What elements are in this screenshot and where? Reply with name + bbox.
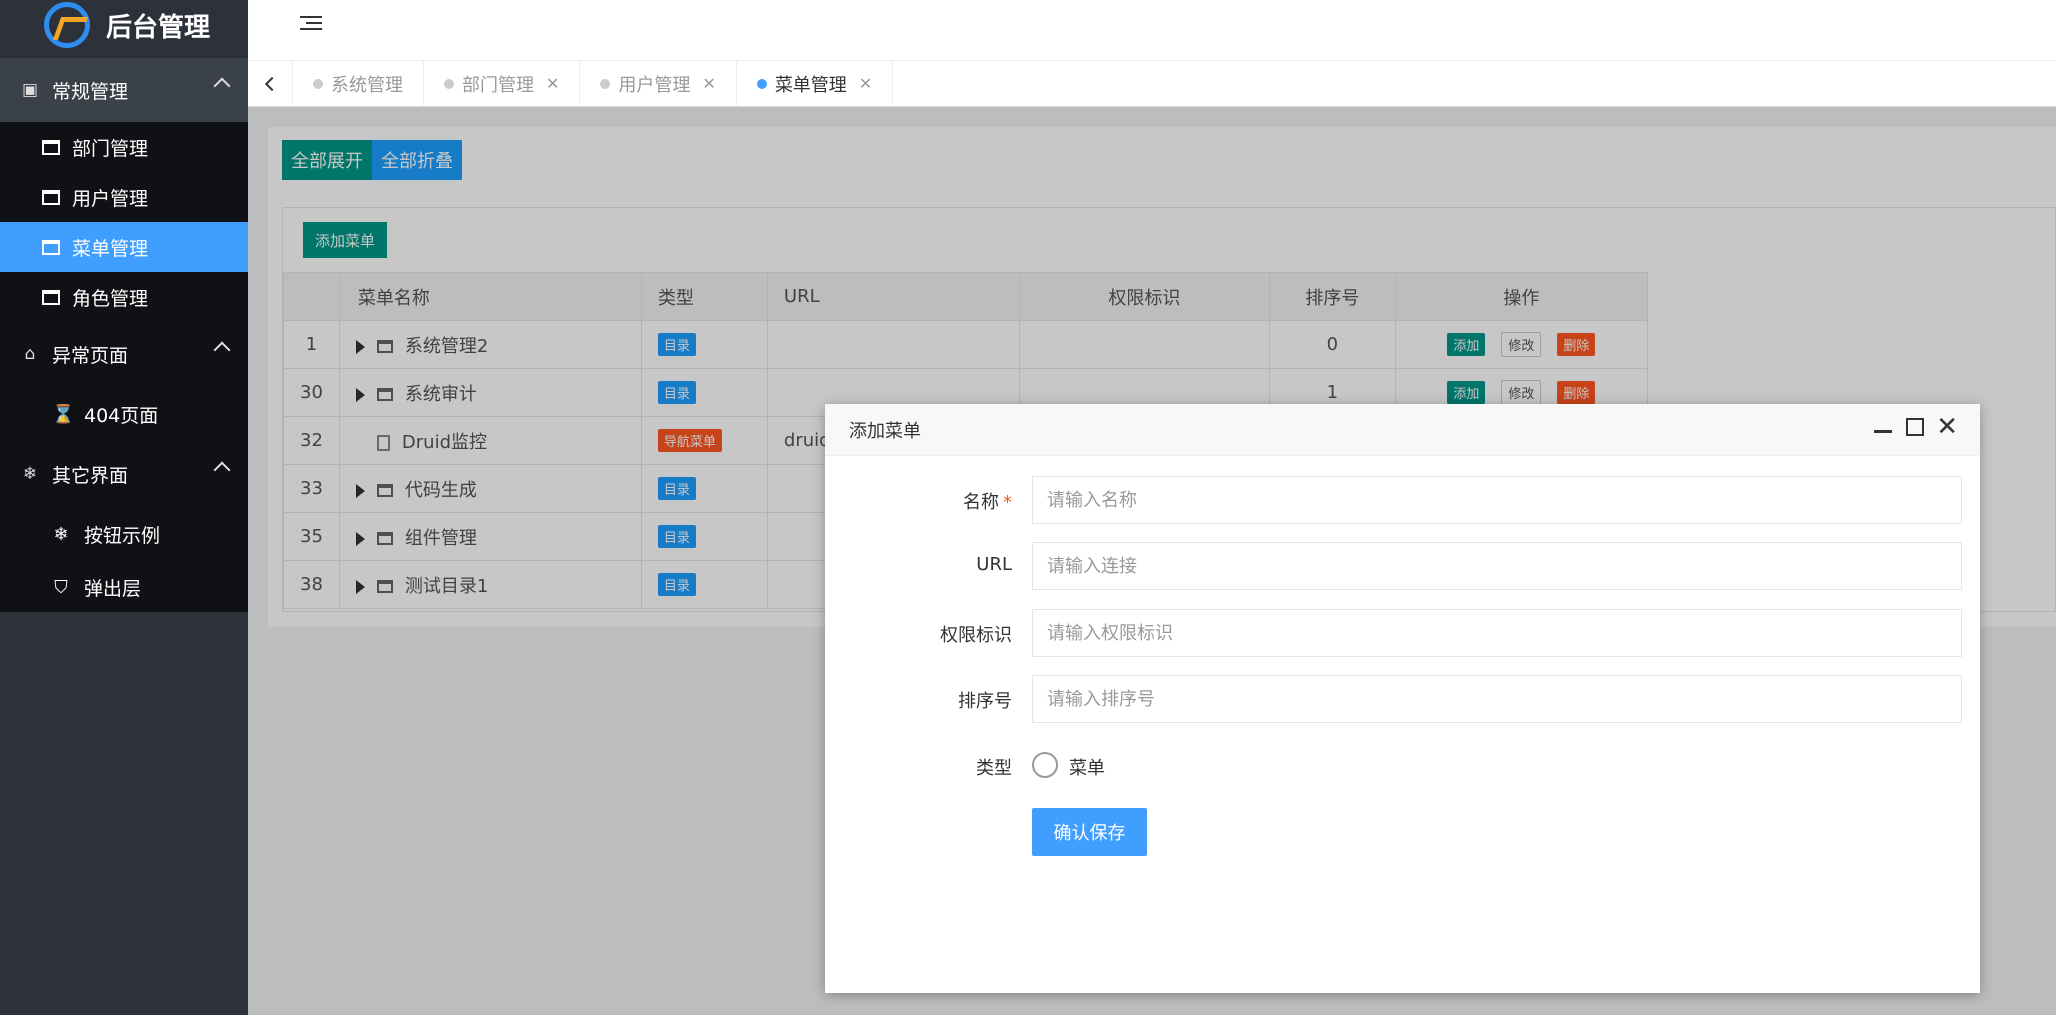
window-icon [42,139,60,155]
form-row-sort: 排序号 [825,675,1980,723]
chevron-up-icon [213,77,231,95]
chevron-left-icon [264,76,280,91]
sidebar-item-user[interactable]: 用户管理 [0,172,248,222]
sidebar-item-label: 角色管理 [72,287,149,310]
sidebar-item-label: 弹出层 [84,577,142,600]
url-label: URL [976,554,1012,575]
tab-scroll-left-button[interactable] [248,61,293,106]
name-input[interactable] [1032,476,1962,524]
tab-label: 用户管理 [618,74,691,96]
sidebar-item-404[interactable]: ⌛ 404页面 [0,386,248,442]
type-label: 类型 [976,758,1012,779]
minimize-icon[interactable] [1874,430,1892,433]
required-mark: * [1003,492,1012,513]
logo-title: 后台管理 [106,12,211,43]
sidebar-submenu-general: 部门管理 用户管理 菜单管理 角色管理 ⌂ 异常页面 ⌛ 404页面 ❄ 其它界面… [0,122,248,612]
close-icon[interactable]: ✕ [859,74,872,93]
tab-dept[interactable]: 部门管理 ✕ [424,61,581,106]
confirm-save-button[interactable]: 确认保存 [1032,808,1147,856]
sidebar-group-other[interactable]: ❄ 其它界面 [0,442,248,506]
add-menu-dialog: 添加菜单 ✕ 名称* URL 权限标识 排序号 类型 菜单 确认保存 [825,404,1980,993]
close-icon[interactable]: ✕ [546,74,559,93]
sidebar-item-buttons[interactable]: ❄ 按钮示例 [0,506,248,562]
tab-dot-icon [444,78,454,89]
sidebar-item-label: 按钮示例 [84,524,161,547]
form-row-type: 类型 菜单 [825,742,1980,790]
menu-toggle-icon[interactable] [300,16,322,34]
form-row-perm: 权限标识 [825,609,1980,657]
hourglass-icon: ⌛ [52,403,75,425]
close-icon[interactable]: ✕ [1936,412,1958,442]
perm-input[interactable] [1032,609,1962,657]
url-input[interactable] [1032,542,1962,590]
tab-system[interactable]: 系统管理 [293,61,424,106]
tab-dot-icon [600,78,611,89]
sidebar-item-label: 部门管理 [72,137,149,160]
sidebar-item-role[interactable]: 角色管理 [0,272,248,322]
name-label: 名称 * [963,488,1012,514]
sidebar-item-dept[interactable]: 部门管理 [0,122,248,172]
snowflake-icon: ❄ [53,523,69,545]
snowflake-icon: ❄ [22,464,38,484]
sidebar-item-menu[interactable]: 菜单管理 [0,222,248,272]
dialog-header: 添加菜单 [825,404,1980,456]
name-label-text: 名称 [963,492,999,513]
sidebar-item-popup[interactable]: ⛉ 弹出层 [0,562,248,612]
sidebar-group-label: 其它界面 [52,464,129,487]
sort-input[interactable] [1032,675,1962,723]
sidebar-group-general[interactable]: ▣ 常规管理 [0,58,248,122]
contact-card-icon: ▣ [21,80,39,100]
window-icon [42,239,60,255]
logo: 后台管理 [0,0,248,60]
sidebar-item-label: 用户管理 [72,187,149,210]
top-header [248,0,2056,60]
form-row-url: URL [825,542,1980,590]
chevron-up-icon [213,461,231,479]
chevron-up-icon [213,341,231,359]
type-radio-menu[interactable] [1032,752,1058,778]
window-icon [42,289,60,305]
type-radio-label[interactable]: 菜单 [1069,754,1105,780]
dialog-title: 添加菜单 [849,420,921,442]
tab-dot-icon [313,78,323,89]
sidebar-group-error[interactable]: ⌂ 异常页面 [0,322,248,386]
maximize-icon[interactable] [1906,418,1924,436]
sidebar-item-label: 404页面 [84,404,159,427]
tab-label: 部门管理 [462,74,534,96]
form-row-name: 名称 * [825,476,1980,524]
logo-icon [44,2,90,48]
sidebar-group-label: 异常页面 [52,344,129,367]
tab-user[interactable]: 用户管理 ✕ [580,61,737,106]
home-icon: ⌂ [24,344,36,364]
tab-dot-icon [756,78,767,89]
tab-label: 系统管理 [331,74,403,96]
window-icon [42,189,60,205]
tab-bar: 系统管理 部门管理 ✕ 用户管理 ✕ 菜单管理 ✕ [248,60,2056,107]
shield-icon: ⛉ [54,576,68,598]
tab-label: 菜单管理 [774,74,847,96]
sidebar: 后台管理 ▣ 常规管理 部门管理 用户管理 菜单管理 角色管理 ⌂ 异常页面 ⌛… [0,0,248,1015]
close-icon[interactable]: ✕ [702,74,715,93]
tab-menu[interactable]: 菜单管理 ✕ [737,61,894,106]
sidebar-group-label: 常规管理 [52,80,129,103]
sidebar-item-label: 菜单管理 [72,237,149,260]
perm-label: 权限标识 [940,625,1012,646]
sort-label: 排序号 [958,691,1012,712]
